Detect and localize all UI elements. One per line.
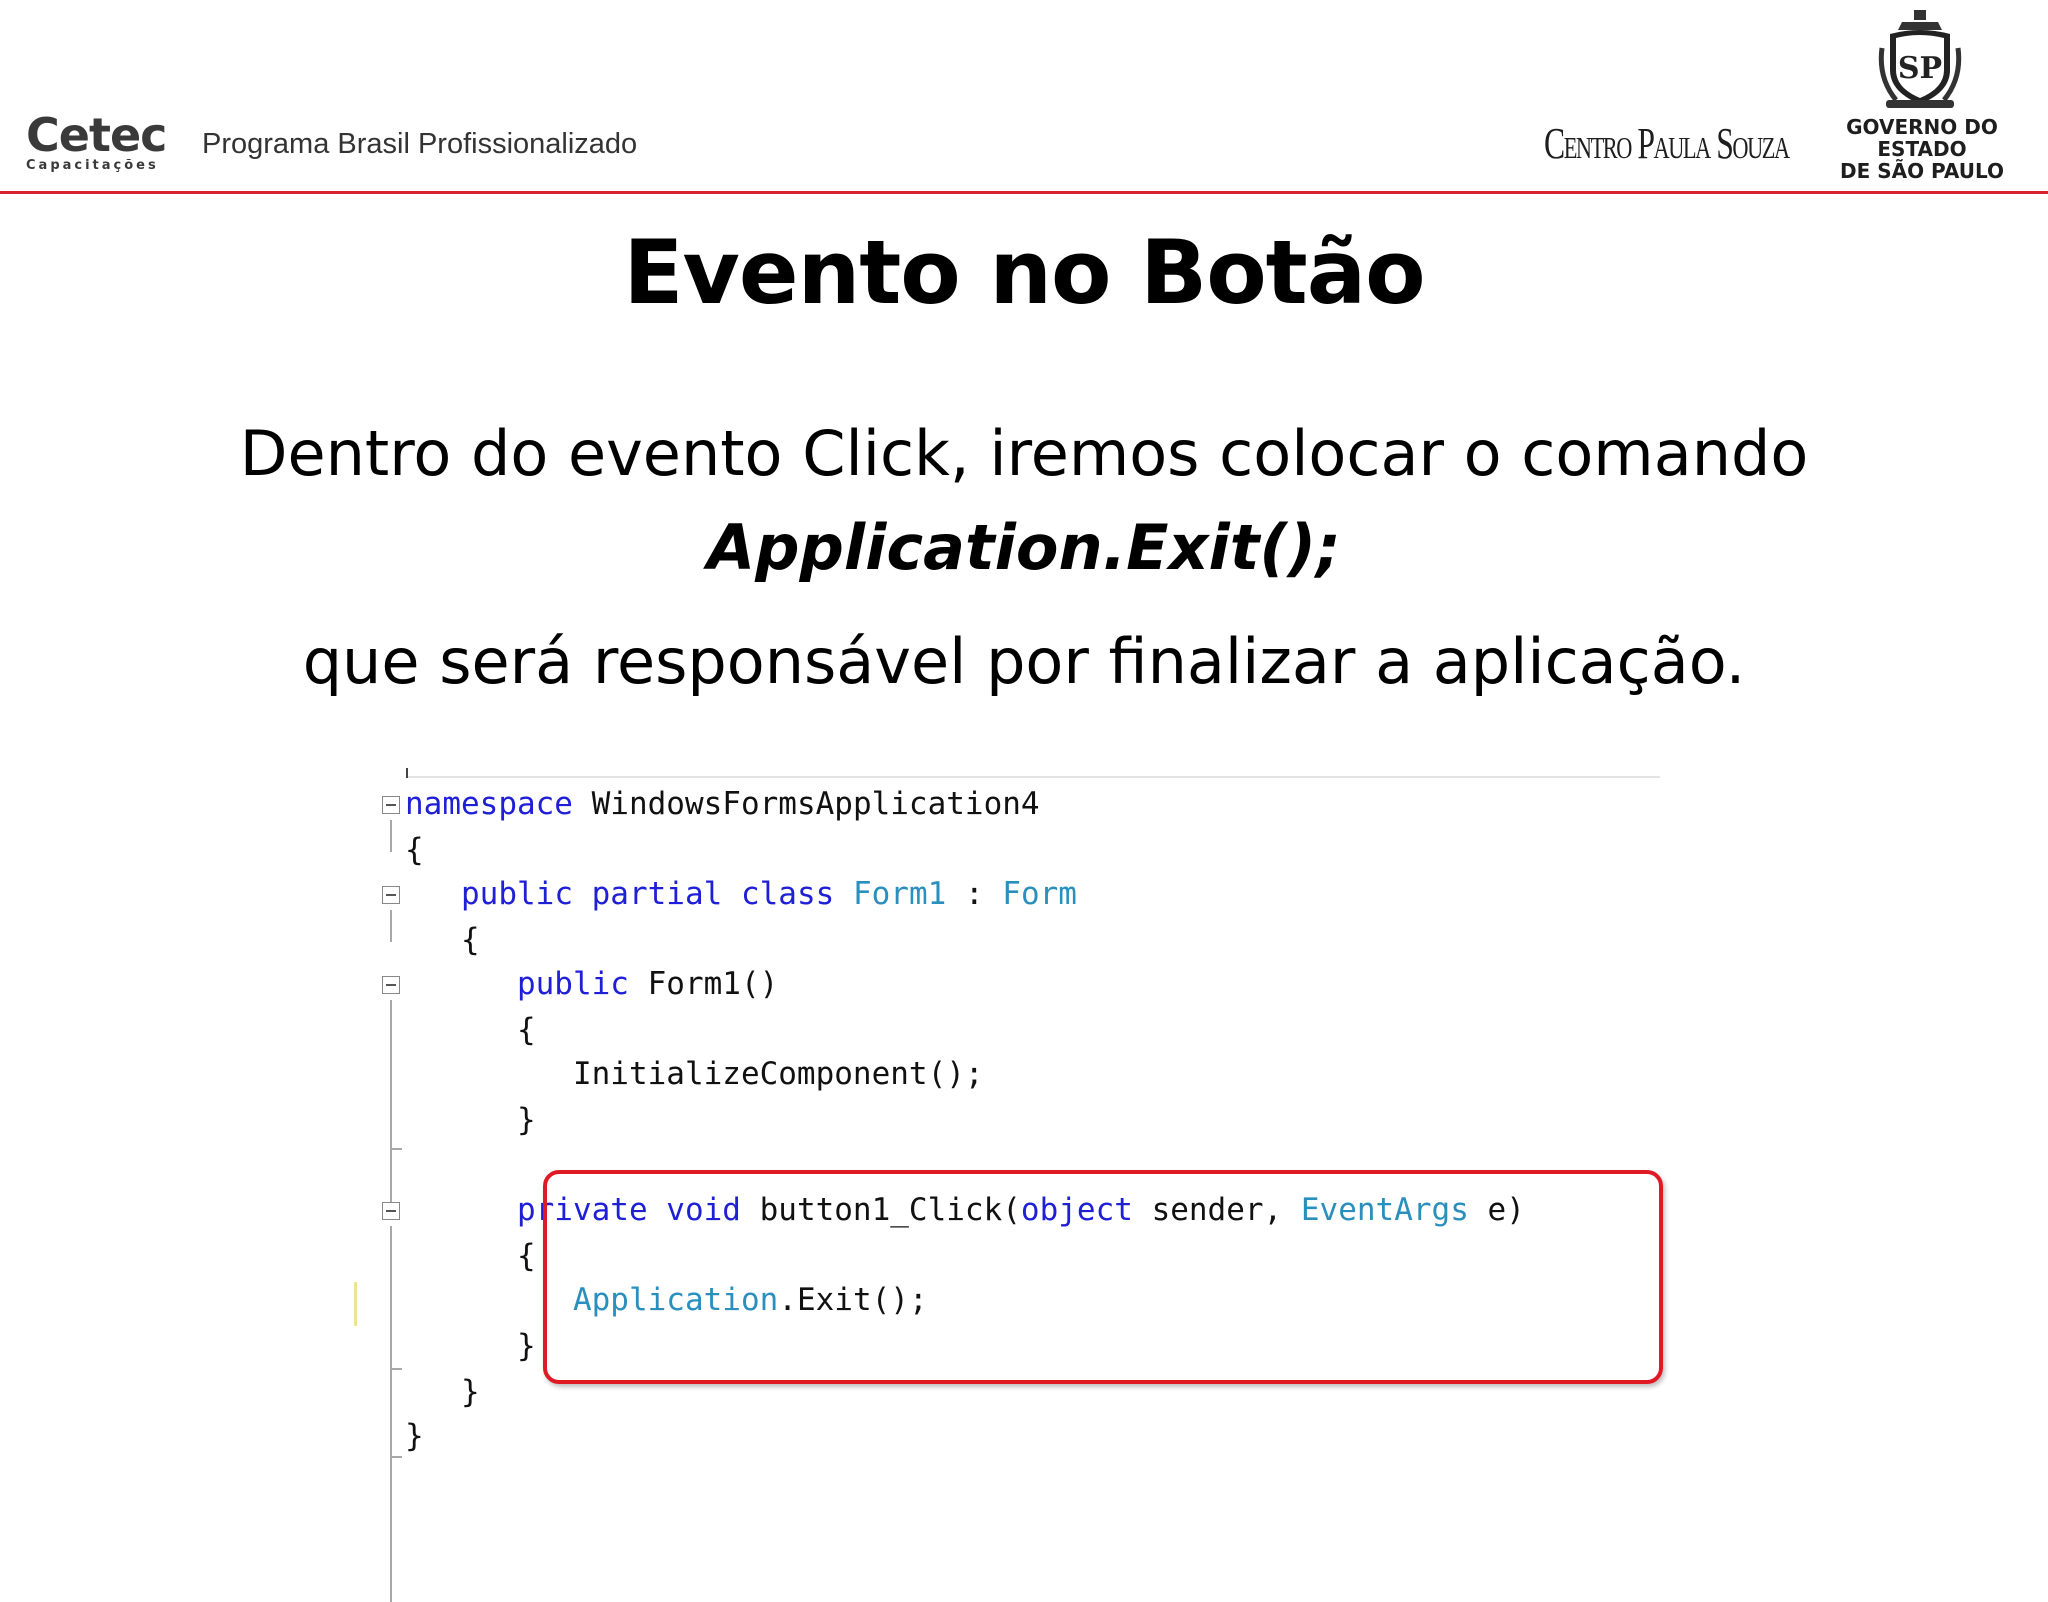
outline-guide bbox=[390, 1226, 392, 1602]
outline-guide bbox=[390, 820, 392, 852]
collapse-click-handler-icon[interactable] bbox=[382, 1202, 400, 1220]
body-text-line-3: que será responsável por finalizar a apl… bbox=[302, 625, 1746, 698]
collapse-class-icon[interactable] bbox=[382, 886, 400, 904]
code-line-14: } bbox=[405, 1418, 424, 1454]
code-line-13: } bbox=[405, 1374, 480, 1410]
code-text: Form1() bbox=[628, 966, 779, 1002]
program-name: Programa Brasil Profissionalizado bbox=[202, 128, 638, 160]
code-line-6: { bbox=[405, 1012, 536, 1048]
body-text-line-1: Dentro do evento Click, iremos colocar o… bbox=[239, 417, 1809, 490]
outline-guide bbox=[390, 910, 392, 942]
code-line-2: { bbox=[405, 832, 424, 868]
governo-line-2: DE SÃO PAULO bbox=[1839, 159, 2005, 183]
click-handler-highlight-box bbox=[543, 1170, 1663, 1384]
cetec-logo-name: Cetec bbox=[26, 108, 167, 162]
code-line-3: public partial class Form1 : Form bbox=[405, 874, 1077, 914]
code-line-12: } bbox=[405, 1328, 536, 1364]
code-line-8: } bbox=[405, 1102, 536, 1138]
slide-header: Cetec Capacitações Programa Brasil Profi… bbox=[0, 0, 2048, 196]
code-line-1: namespace WindowsFormsApplication4 bbox=[405, 784, 1040, 824]
slide-title: Evento no Botão bbox=[623, 221, 1425, 324]
header-divider bbox=[0, 191, 2048, 194]
code-line-7: InitializeComponent(); bbox=[405, 1056, 984, 1092]
seal-letters: SP bbox=[1898, 51, 1942, 86]
code-line-5: public Form1() bbox=[405, 964, 778, 1004]
code-line-4: { bbox=[405, 922, 480, 958]
outline-guide bbox=[390, 1368, 402, 1370]
code-keyword: namespace bbox=[405, 786, 573, 822]
collapse-namespace-icon[interactable] bbox=[382, 796, 400, 814]
code-editor-screenshot: namespace WindowsFormsApplication4 { pub… bbox=[354, 760, 1670, 1602]
centro-paula-souza-logo: Centro Paula Souza bbox=[1544, 119, 1790, 168]
change-marker bbox=[354, 1282, 357, 1326]
governo-line-1: GOVERNO DO ESTADO bbox=[1846, 115, 1998, 161]
collapse-constructor-icon[interactable] bbox=[382, 976, 400, 994]
outline-guide bbox=[390, 1148, 402, 1150]
cetec-logo-subtitle: Capacitações bbox=[26, 158, 159, 173]
governo-sp-logo-text: GOVERNO DO ESTADO DE SÃO PAULO bbox=[1812, 116, 2032, 182]
code-type: Form bbox=[1002, 876, 1077, 912]
outline-guide bbox=[390, 1000, 392, 1210]
code-type: Form1 bbox=[852, 876, 947, 912]
code-text: WindowsFormsApplication4 bbox=[572, 786, 1040, 822]
outline-guide bbox=[390, 1456, 402, 1458]
body-text-command: Application.Exit(); bbox=[707, 511, 1341, 584]
code-line-10: { bbox=[405, 1238, 536, 1274]
sao-paulo-seal-icon: SP bbox=[1878, 10, 1962, 108]
editor-top-border bbox=[408, 776, 1660, 778]
code-keyword: public partial class bbox=[461, 876, 835, 912]
cetec-logo: Cetec Capacitações bbox=[26, 108, 167, 174]
code-keyword: public bbox=[516, 966, 629, 1002]
code-text: : bbox=[946, 876, 1003, 912]
